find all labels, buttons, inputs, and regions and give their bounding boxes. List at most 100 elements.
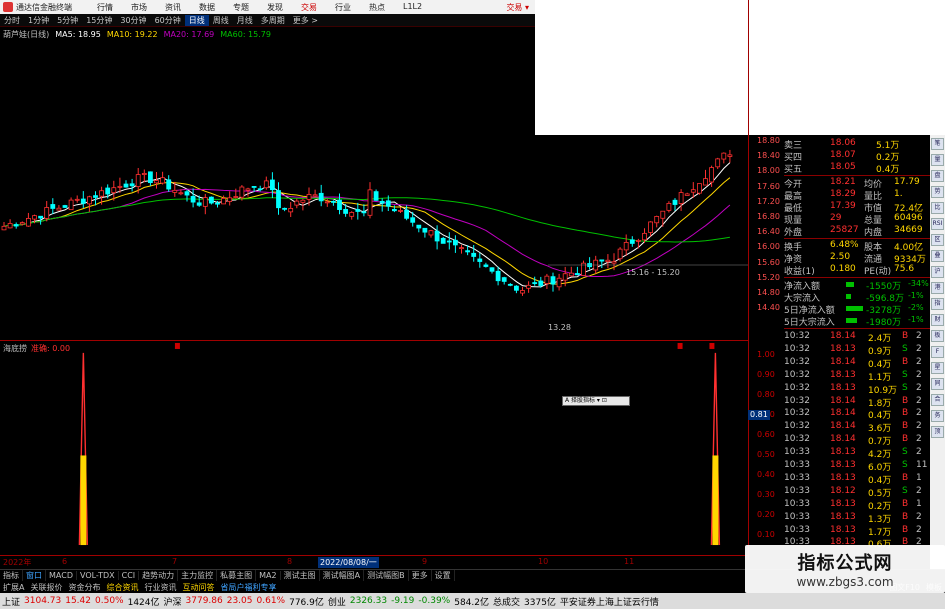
menu-item[interactable]: L1L2 (394, 2, 431, 13)
side-tab[interactable]: 星 (931, 362, 944, 374)
candle-body (678, 192, 684, 204)
status-item: 584.2亿 (454, 597, 489, 608)
side-tab[interactable]: 比 (931, 202, 944, 214)
indicator-tab[interactable]: 测试主图 (281, 570, 320, 581)
indicator-tab[interactable]: MACD (46, 571, 77, 580)
period-button[interactable]: 5分钟 (53, 15, 82, 26)
tick-side: B (902, 356, 909, 367)
side-tab[interactable]: 指 (931, 298, 944, 310)
tick-count: 2 (916, 356, 922, 367)
indicator-tab[interactable]: 测试幅图A (320, 570, 365, 581)
side-tab[interactable]: 同 (931, 378, 944, 390)
side-tab[interactable]: 叠 (931, 250, 944, 262)
menu-item[interactable]: 行情 (88, 2, 122, 13)
period-button[interactable]: 月线 (233, 15, 257, 26)
period-button[interactable]: 30分钟 (116, 15, 150, 26)
candle-body (239, 186, 245, 198)
extension-tab[interactable]: 扩展A (0, 582, 27, 593)
candle-body (282, 207, 288, 210)
tick-side: S (902, 343, 908, 354)
indicator-tab[interactable]: 主力监控 (178, 570, 218, 581)
period-button[interactable]: 分时 (0, 15, 24, 26)
tick-volume: 1.1万 (868, 372, 892, 383)
indicator-tab[interactable]: 设置 (432, 570, 455, 581)
date-tick-label: 7 (172, 557, 178, 566)
side-tab[interactable]: 区 (931, 234, 944, 246)
side-tab[interactable]: 财 (931, 314, 944, 326)
tick-price: 18.14 (830, 395, 856, 406)
candle-body (276, 190, 281, 209)
indicator-tick-label: 0.30 (757, 490, 775, 499)
market-status-bar: 上证 3104.73 15.42 0.50% 1424亿 沪深 3779.86 23.05 0.… (0, 593, 945, 609)
indicator-tab[interactable]: 趋势动力 (139, 570, 179, 581)
app-name: 通达信金融终端 (16, 2, 72, 12)
tick-volume: 4.2万 (868, 450, 892, 461)
menu-item[interactable]: 专题 (224, 2, 258, 13)
extension-tab[interactable]: 资金分布 (65, 582, 103, 593)
period-button[interactable]: 60分钟 (151, 15, 185, 26)
side-tab[interactable]: 笔 (931, 138, 944, 150)
indicator-tab[interactable]: 测试幅图B (364, 570, 409, 581)
indicator-popup[interactable]: A 择股指标 ▾ ⊡ (562, 396, 630, 406)
price-tick-label: 15.20 (757, 272, 780, 282)
order-book-label: 买五 (784, 165, 803, 175)
indicator-tab[interactable]: 窗口 (23, 570, 46, 581)
menu-item[interactable]: 市场 (122, 2, 156, 13)
candle-body (190, 196, 196, 203)
candle-body (38, 215, 43, 219)
status-item: 创业 (327, 597, 346, 608)
side-tab[interactable]: 盘 (931, 170, 944, 182)
candle-body (129, 183, 135, 187)
tick-side: S (902, 485, 908, 496)
candle-body (416, 224, 422, 229)
indicator-tab[interactable]: 更多 (409, 570, 432, 581)
menu-item[interactable]: 数据 (190, 2, 224, 13)
menu-item[interactable]: 交易 (292, 2, 326, 13)
side-tab[interactable]: 量 (931, 154, 944, 166)
price-tick-label: 14.80 (757, 288, 780, 297)
extension-tab[interactable]: 互动问答 (179, 582, 217, 593)
signal-bar (80, 455, 87, 546)
period-button[interactable]: 多周期 (257, 15, 289, 26)
side-tab[interactable]: 沪 (931, 266, 944, 278)
period-button[interactable]: 1分钟 (24, 15, 53, 26)
indicator-tab[interactable]: 指标 (0, 570, 23, 581)
period-button[interactable]: 日线 (184, 14, 209, 26)
tick-side: B (902, 511, 909, 522)
extension-tab[interactable]: 关联报价 (27, 582, 65, 593)
trade-menu-button[interactable]: 交易 ▾ (506, 2, 535, 13)
extension-tab[interactable]: 综合资讯 (103, 582, 141, 593)
side-tab[interactable]: 板 (931, 330, 944, 342)
indicator-tab[interactable]: VOL-TDX (77, 571, 119, 580)
candle-body (721, 152, 727, 160)
tick-side: S (902, 447, 908, 458)
extension-tab[interactable]: 省局户福利专享 (217, 582, 279, 593)
tick-row: 10:33 18.13 1.7万 B 2 (784, 525, 930, 538)
extension-tab[interactable]: 行业资讯 (141, 582, 179, 593)
tick-time: 10:32 (784, 331, 810, 341)
indicator-tab[interactable]: CCI (119, 571, 140, 580)
side-tab[interactable]: 顶 (931, 426, 944, 438)
menu-item[interactable]: 热点 (360, 2, 394, 13)
side-tab[interactable]: RSI (931, 218, 944, 230)
side-tab[interactable]: 合 (931, 394, 944, 406)
indicator-tab[interactable]: MA2 (256, 571, 281, 580)
side-tab[interactable]: 务 (931, 410, 944, 422)
tick-side: B (902, 498, 909, 509)
indicator-tab[interactable]: 私募主图 (217, 570, 257, 581)
candlestick-chart[interactable] (0, 40, 748, 340)
order-book-volume: 0.4万 (876, 165, 900, 175)
side-tab[interactable]: 势 (931, 186, 944, 198)
menu-item[interactable]: 行业 (326, 2, 360, 13)
menu-item[interactable]: 发现 (258, 2, 292, 13)
tick-volume: 10.9万 (868, 385, 898, 396)
candle-body (318, 192, 324, 202)
indicator-chart[interactable] (0, 340, 748, 555)
side-tab[interactable]: 港 (931, 282, 944, 294)
period-button[interactable]: 15分钟 (82, 15, 116, 26)
tick-count: 2 (916, 485, 922, 496)
period-button[interactable]: 更多 > (289, 15, 322, 26)
menu-item[interactable]: 资讯 (156, 2, 190, 13)
period-button[interactable]: 周线 (209, 15, 233, 26)
side-tab[interactable]: F (931, 346, 944, 358)
